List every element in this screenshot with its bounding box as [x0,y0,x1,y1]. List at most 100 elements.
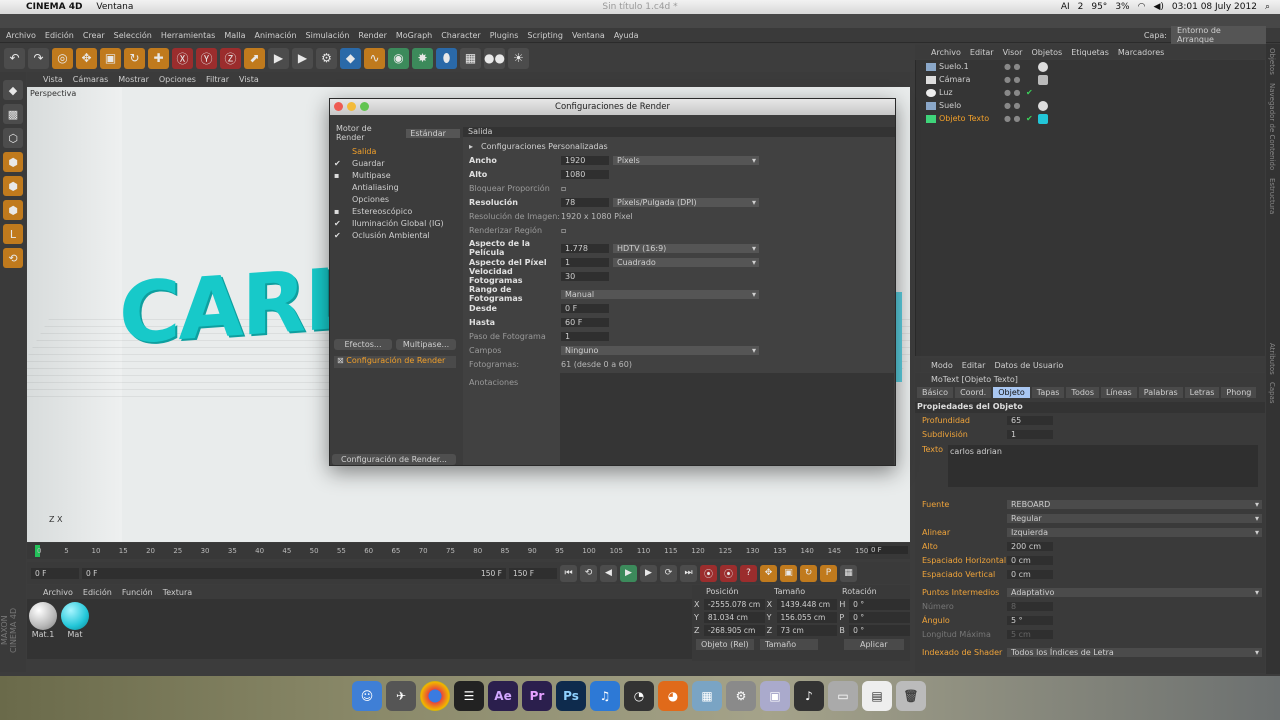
current-frame-field[interactable]: 0 F [868,546,908,554]
premiere-icon[interactable]: Pr [522,681,552,711]
material-swatch[interactable]: Mat.1 [29,602,57,639]
mat-menu-textura[interactable]: Textura [163,588,192,597]
photo-booth-icon[interactable]: ▣ [760,681,790,711]
frame-rate-field[interactable]: 30 [561,271,609,281]
font-select[interactable]: REBOARD [1007,499,1262,509]
obj-menu-marcadores[interactable]: Marcadores [1118,48,1164,57]
menu-render[interactable]: Render [358,31,386,40]
tree-item-opciones[interactable]: Opciones [330,193,460,205]
points-mode-icon[interactable]: ⬢ [3,152,23,172]
tweak-icon[interactable]: ⟲ [3,248,23,268]
menu-ayuda[interactable]: Ayuda [614,31,639,40]
tree-check[interactable]: ✔ [334,219,352,228]
y-axis-icon[interactable]: Ⓨ [196,47,217,69]
close-icon[interactable] [334,102,343,111]
object-row[interactable]: Suelo ● ● [916,99,1265,112]
object-row[interactable]: Cámara ● ● [916,73,1265,86]
angulo-field[interactable]: 5 ° [1007,615,1053,625]
subdivision-field[interactable]: 1 [1007,429,1053,439]
render-config-button[interactable]: Configuración de Render... [332,454,456,465]
side-tab-objetos[interactable]: Objetos [1266,44,1278,79]
visibility-dots[interactable]: ● ● [1004,114,1026,123]
tree-item-multipase[interactable]: ▪ Multipase [330,169,460,181]
menu-plugins[interactable]: Plugins [490,31,519,40]
scale-icon[interactable]: ▣ [100,47,121,69]
app-name[interactable]: CINEMA 4D [26,2,82,12]
visibility-dots[interactable]: ● ● [1004,101,1026,110]
launchpad-icon[interactable]: ✈ [386,681,416,711]
rot-p-field[interactable]: 0 ° [849,612,911,623]
tab-coord[interactable]: Coord. [955,387,992,398]
ai-icon[interactable]: AI [1061,2,1070,12]
array-icon[interactable]: ✸ [412,47,433,69]
render-picture-icon[interactable]: ▶ [292,47,313,69]
key-param-icon[interactable]: P [820,564,837,582]
notes-textarea[interactable] [560,373,894,465]
menu-scripting[interactable]: Scripting [527,31,563,40]
vp-menu-camaras[interactable]: Cámaras [73,75,109,84]
trash-icon[interactable]: 🗑 [896,681,926,711]
document-icon[interactable]: ▤ [862,681,892,711]
autokey-icon[interactable]: ⦿ [720,564,737,582]
key-scale-icon[interactable]: ▣ [780,564,797,582]
nurbs-icon[interactable]: ◉ [388,47,409,69]
effects-button[interactable]: Efectos... [334,339,392,350]
esp-h-field[interactable]: 0 cm [1007,555,1053,565]
obj-menu-objetos[interactable]: Objetos [1031,48,1062,57]
layout-select[interactable]: Entorno de Arranque [1171,26,1266,44]
font-style-select[interactable]: Regular [1007,513,1262,523]
rot-b-field[interactable]: 0 ° [849,625,911,636]
timeline-ruler[interactable]: 0 F 0 5 10 15 20 25 30 35 40 45 50 55 60 65 70 75 80 85 90… [27,543,910,559]
mat-menu-edicion[interactable]: Edición [83,588,112,597]
polygons-mode-icon[interactable]: ⬢ [3,200,23,220]
render-region-checkbox[interactable]: ▫ [561,226,566,235]
engine-select[interactable]: Estándar [406,128,460,138]
pixel-aspect-select[interactable]: Cuadrado [613,257,759,267]
obj-menu-etiquetas[interactable]: Etiquetas [1071,48,1109,57]
edges-mode-icon[interactable]: ⬢ [3,176,23,196]
indexado-select[interactable]: Todos los Índices de Letra [1007,647,1262,657]
x-axis-icon[interactable]: Ⓧ [172,47,193,69]
visibility-dots[interactable]: ● ● [1004,62,1026,71]
volume-icon[interactable]: ◀) [1153,2,1163,12]
tab-letras[interactable]: Letras [1184,387,1220,398]
width-field[interactable]: 1920 [561,155,609,165]
enable-check[interactable]: ✔ [1026,88,1036,97]
object-row-selected[interactable]: Objeto Texto ● ● ✔ [916,112,1265,125]
text-object-3d[interactable]: CARL [119,249,356,364]
obj-menu-editar[interactable]: Editar [970,48,994,57]
menu-character[interactable]: Character [441,31,481,40]
disk-utility-icon[interactable]: ▭ [828,681,858,711]
rotate-icon[interactable]: ↻ [124,47,145,69]
scene-icon[interactable]: ▦ [460,47,481,69]
coord-system-icon[interactable]: ⬈ [244,47,265,69]
render-view-icon[interactable]: ▶ [268,47,289,69]
render-config-item[interactable]: ⊠ Configuración de Render [334,356,456,368]
side-tab-capas[interactable]: Capas [1266,378,1278,408]
range-slider[interactable]: 0 F 150 F [82,567,506,579]
vp-menu-vista[interactable]: Vista [43,75,63,84]
finder-icon[interactable]: ☺ [352,681,382,711]
keyframe-select-icon[interactable]: ? [740,564,757,582]
photoshop-icon[interactable]: Ps [556,681,586,711]
texture-mode-icon[interactable]: ▩ [3,104,23,124]
menu-ventana[interactable]: Ventana [96,2,133,12]
menu-mograph[interactable]: MoGraph [396,31,432,40]
size-x-field[interactable]: 1439.448 cm [776,599,838,610]
units-select[interactable]: Píxels [613,155,759,165]
menu-ventana[interactable]: Ventana [572,31,605,40]
next-key-icon[interactable]: ⟳ [660,564,677,582]
side-tab-atributos[interactable]: Atributos [1266,339,1278,379]
camera-icon[interactable]: ●● [484,47,505,69]
mat-menu-funcion[interactable]: Función [122,588,153,597]
texto-field[interactable]: carlos adrian [948,445,1258,487]
rot-h-field[interactable]: 0 ° [849,599,911,610]
obj-menu-visor[interactable]: Visor [1003,48,1023,57]
deformer-icon[interactable]: ⬮ [436,47,457,69]
menu-malla[interactable]: Malla [224,31,245,40]
vp-menu-filtrar[interactable]: Filtrar [206,75,229,84]
pos-z-field[interactable]: -268.905 cm [703,625,765,636]
workplane-icon[interactable]: ⬡ [3,128,23,148]
tab-basico[interactable]: Básico [917,387,954,398]
visibility-dots[interactable]: ● ● [1004,88,1026,97]
